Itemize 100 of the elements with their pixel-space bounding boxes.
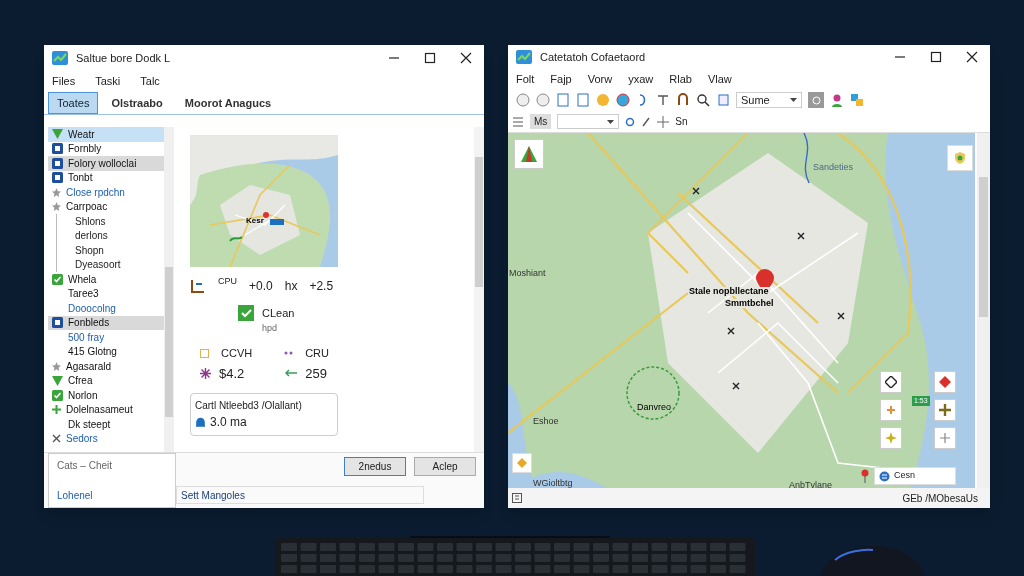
tab-label: Cats – Cheit (57, 459, 114, 473)
menu-item[interactable]: Fajp (550, 70, 572, 88)
map-label: AnbTvlane (788, 481, 834, 488)
scrollbar[interactable] (164, 127, 174, 452)
puzzle-icon[interactable] (850, 93, 864, 107)
tree-item[interactable]: Close rpdchn (48, 185, 164, 200)
tree-item-label: Whela (68, 272, 97, 287)
tree-item-label: Dolelnasameut (66, 403, 133, 418)
tree-item[interactable]: Agasarald (48, 359, 164, 374)
scrollbar[interactable] (977, 133, 990, 488)
close-icon[interactable] (460, 52, 472, 64)
menu-item[interactable]: Talc (140, 72, 160, 90)
stat-label: CRU (305, 346, 329, 361)
maximize-icon[interactable] (930, 51, 942, 63)
text-icon[interactable] (656, 93, 670, 107)
metric-text: hx (284, 278, 298, 295)
tree-item[interactable]: Weatr (48, 127, 164, 142)
circle-icon[interactable] (536, 93, 550, 107)
check-icon (52, 273, 63, 285)
tree-item-label: Agasarald (66, 359, 112, 374)
tree-item[interactable]: Taree3 (48, 286, 164, 301)
stat-label: CCVH (221, 346, 253, 361)
tree-item[interactable]: Norlon (48, 388, 164, 403)
layers-button[interactable] (947, 145, 973, 171)
dialog-button[interactable]: Aclep (414, 457, 476, 476)
tree-item-label: Folory wolloclai (68, 156, 137, 171)
tree-item[interactable]: Sedors (48, 431, 164, 446)
locate-button[interactable] (512, 453, 532, 473)
search-icon[interactable] (696, 93, 710, 107)
map-label: Eshoe (532, 417, 560, 426)
cross-icon (52, 434, 61, 444)
page-icon[interactable] (576, 93, 590, 107)
tree-item[interactable]: Shopn (75, 242, 104, 258)
toolbar-label[interactable]: Sn (675, 114, 688, 129)
map-label: Kesr (246, 217, 264, 225)
tree-item[interactable]: Dk steept (48, 417, 164, 432)
diamond-icon (885, 376, 897, 388)
tree-item[interactable]: Fonbleds (48, 315, 164, 330)
tree-item[interactable]: Cfrea (48, 373, 164, 388)
check-icon (52, 389, 63, 401)
cross-icon (939, 404, 951, 416)
metric-text: CPU (218, 275, 237, 289)
menu-item[interactable]: Vorw (587, 70, 613, 88)
dialog-button[interactable]: 2nedus (344, 457, 406, 476)
tree-item[interactable]: Dooocolng (48, 301, 164, 316)
menu-item[interactable]: yxaw (628, 70, 654, 88)
list-icon[interactable] (512, 116, 524, 127)
tree-item[interactable]: 415 Glotng (48, 344, 164, 359)
compass-button[interactable] (514, 139, 544, 169)
shield-icon (953, 151, 967, 165)
square-icon (52, 172, 63, 184)
tree-item-label: Fonbleds (68, 316, 110, 331)
menu-item[interactable]: Taski (95, 72, 121, 90)
person-icon[interactable] (830, 93, 844, 107)
menu-item[interactable]: Folt (516, 70, 535, 88)
caret-icon (790, 98, 797, 102)
tab[interactable]: Toates (48, 92, 99, 114)
toolbar-button[interactable] (808, 92, 824, 108)
tree-item-label: Fornbly (68, 142, 102, 157)
tree-item[interactable]: Dyeasoort (75, 257, 121, 273)
menu-item[interactable]: Rlab (669, 70, 692, 88)
menu-item[interactable]: Vlaw (707, 70, 732, 88)
status-subtext: hpd (262, 321, 279, 335)
triangle-icon (520, 145, 538, 163)
tree-item[interactable]: Shlons (75, 213, 106, 229)
crosshair-icon[interactable] (657, 115, 670, 128)
page-icon[interactable] (556, 93, 570, 107)
magnet-icon[interactable] (676, 93, 690, 107)
map-label: WGioltbtg (532, 479, 574, 488)
tree-item[interactable]: Tonbt (48, 170, 164, 185)
close-icon[interactable] (966, 51, 978, 63)
window-title: Saltue bore Dodk L (76, 50, 171, 66)
checkbox[interactable] (238, 305, 254, 321)
ring-icon[interactable] (625, 116, 636, 127)
check-icon (240, 308, 252, 318)
square-icon (52, 143, 63, 155)
tree-item[interactable]: Folory wolloclai (48, 156, 164, 171)
tree-item-label: Weatr (68, 127, 95, 142)
maximize-icon[interactable] (424, 52, 436, 64)
scrollbar[interactable] (474, 127, 484, 452)
tree-item[interactable]: Dolelnasameut (48, 402, 164, 417)
layer-dropdown[interactable]: Sume (736, 92, 802, 108)
info-title: Cartl Ntleebd3 /Olallant) (195, 399, 303, 413)
menu-item[interactable]: Files (52, 72, 76, 90)
copy-icon[interactable] (716, 93, 730, 107)
link[interactable]: Lohenel (57, 488, 167, 503)
map-tool-button[interactable] (880, 371, 902, 393)
circle-icon[interactable] (516, 93, 530, 107)
tree-item[interactable]: derlons (75, 228, 108, 244)
dropdown-field[interactable] (557, 114, 620, 129)
tree-item[interactable]: Carrpoac (48, 199, 164, 214)
triangle-icon (52, 375, 63, 386)
toolbar-label[interactable]: Ms (530, 114, 552, 129)
tab-panel[interactable]: Cats – Cheit Lohenel (48, 453, 176, 508)
tree-item[interactable]: Whela (48, 272, 164, 287)
grid-icon[interactable] (512, 493, 522, 503)
tree-item[interactable]: 500 fray (48, 330, 164, 345)
square-icon (52, 317, 63, 329)
tree-item[interactable]: Fornbly (48, 141, 164, 156)
tree-item-label: Sedors (66, 432, 98, 447)
